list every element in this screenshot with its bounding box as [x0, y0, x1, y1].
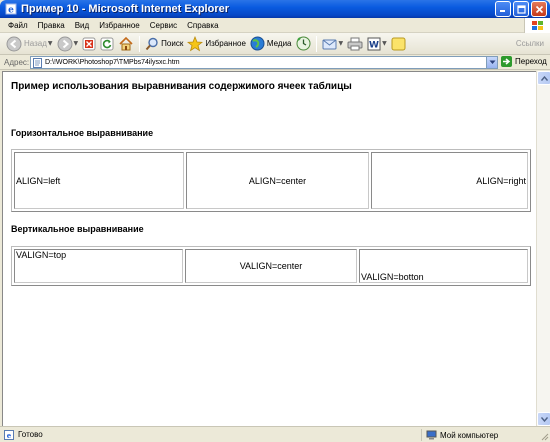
- title-bar: e Пример 10 - Microsoft Internet Explore…: [0, 0, 550, 18]
- page-loaded-icon: e: [4, 429, 14, 440]
- valign-center-cell: VALIGN=center: [185, 249, 357, 283]
- messenger-button[interactable]: [389, 34, 408, 54]
- address-value: D:\!WORK\Photoshop7\TMPbs74ilysxc.htm: [45, 59, 180, 66]
- resize-grip-icon[interactable]: [539, 431, 549, 441]
- star-icon: [187, 35, 204, 51]
- refresh-icon: [100, 37, 114, 50]
- go-button[interactable]: Переход: [501, 56, 547, 67]
- go-label: Переход: [515, 57, 547, 66]
- menu-bar: Файл Правка Вид Избранное Сервис Справка: [0, 18, 550, 33]
- edit-dropdown-icon[interactable]: ▼: [382, 40, 387, 47]
- mail-dropdown-icon[interactable]: ▼: [339, 40, 344, 47]
- history-button[interactable]: [294, 34, 313, 54]
- address-label: Адрес:: [4, 57, 30, 67]
- stop-button[interactable]: [80, 34, 98, 54]
- status-text: Готово: [18, 430, 43, 439]
- my-computer-icon: [426, 430, 437, 440]
- menu-file[interactable]: Файл: [3, 21, 33, 30]
- mail-icon: [322, 39, 337, 49]
- media-label: Медиа: [266, 39, 292, 48]
- go-arrow-icon: [501, 56, 512, 67]
- menu-tools[interactable]: Сервис: [145, 21, 182, 30]
- home-icon: [119, 36, 133, 50]
- edit-word-button[interactable]: W ▼: [365, 34, 389, 54]
- back-label: Назад: [24, 39, 47, 48]
- search-label: Поиск: [161, 39, 184, 48]
- word-document-icon: W: [367, 37, 381, 50]
- address-dropdown-icon[interactable]: [486, 57, 497, 68]
- vertical-heading: Вертикальное выравнивание: [11, 224, 144, 234]
- menu-favorites[interactable]: Избранное: [94, 21, 145, 30]
- svg-text:e: e: [8, 6, 14, 16]
- vertical-scrollbar[interactable]: [536, 71, 550, 426]
- security-zone: Мой компьютер: [421, 429, 498, 441]
- toolbar-separator: [315, 35, 317, 52]
- menu-help[interactable]: Справка: [182, 21, 223, 30]
- scroll-up-icon[interactable]: [537, 71, 550, 85]
- horizontal-align-table: ALIGN=left ALIGN=center ALIGN=right: [11, 149, 531, 212]
- printer-icon: [347, 37, 363, 50]
- window-title: Пример 10 - Microsoft Internet Explorer: [21, 3, 230, 15]
- menu-view[interactable]: Вид: [70, 21, 94, 30]
- stop-icon: [82, 37, 96, 50]
- refresh-button[interactable]: [98, 34, 116, 54]
- links-label[interactable]: Ссылки: [516, 39, 544, 48]
- horizontal-heading: Горизонтальное выравнивание: [11, 128, 154, 138]
- vertical-align-table: VALIGN=top VALIGN=center VALIGN=botton: [11, 246, 531, 286]
- note-icon: [391, 37, 406, 50]
- forward-dropdown-icon[interactable]: ▼: [74, 40, 79, 47]
- svg-text:e: e: [7, 431, 12, 440]
- close-button[interactable]: [531, 1, 547, 17]
- valign-bottom-cell: VALIGN=botton: [359, 249, 528, 283]
- address-bar: Адрес: D:\!WORK\Photoshop7\TMPbs74ilysxc…: [0, 55, 550, 70]
- windows-logo-icon: [524, 18, 550, 33]
- back-arrow-icon: [6, 36, 22, 51]
- media-button[interactable]: Медиа: [248, 34, 294, 54]
- page-icon: [33, 57, 42, 68]
- favorites-button[interactable]: Избранное: [185, 34, 248, 54]
- history-icon: [296, 36, 311, 51]
- menu-edit[interactable]: Правка: [33, 21, 70, 30]
- print-button[interactable]: [345, 34, 365, 54]
- align-center-cell: ALIGN=center: [186, 152, 369, 209]
- page-heading: Пример использования выравнивания содерж…: [11, 81, 352, 92]
- forward-arrow-icon: [57, 36, 73, 51]
- valign-top-cell: VALIGN=top: [14, 249, 183, 283]
- mail-button[interactable]: ▼: [320, 34, 346, 54]
- align-right-cell: ALIGN=right: [371, 152, 528, 209]
- page-content: Пример использования выравнивания содерж…: [2, 71, 536, 426]
- search-button[interactable]: Поиск: [143, 34, 185, 54]
- favorites-label: Избранное: [205, 39, 246, 48]
- ie-page-icon: e: [4, 3, 17, 16]
- back-button[interactable]: Назад ▼: [4, 34, 55, 54]
- home-button[interactable]: [116, 34, 136, 54]
- align-left-cell: ALIGN=left: [14, 152, 184, 209]
- back-dropdown-icon[interactable]: ▼: [48, 40, 53, 47]
- scroll-down-icon[interactable]: [537, 412, 550, 426]
- toolbar: Назад ▼ ▼ Поиск Избранное Медиа ▼ W ▼ Сс…: [0, 33, 550, 55]
- toolbar-separator: [139, 35, 141, 52]
- media-globe-icon: [250, 36, 265, 51]
- svg-text:W: W: [369, 40, 379, 50]
- forward-button[interactable]: ▼: [55, 34, 81, 54]
- address-input[interactable]: D:\!WORK\Photoshop7\TMPbs74ilysxc.htm: [30, 56, 498, 69]
- status-bar: e Готово Мой компьютер: [0, 426, 550, 442]
- search-icon: [145, 37, 158, 50]
- scroll-track[interactable]: [537, 85, 550, 412]
- maximize-button[interactable]: [513, 1, 529, 17]
- zone-label: Мой компьютер: [440, 430, 499, 440]
- minimize-button[interactable]: [495, 1, 511, 17]
